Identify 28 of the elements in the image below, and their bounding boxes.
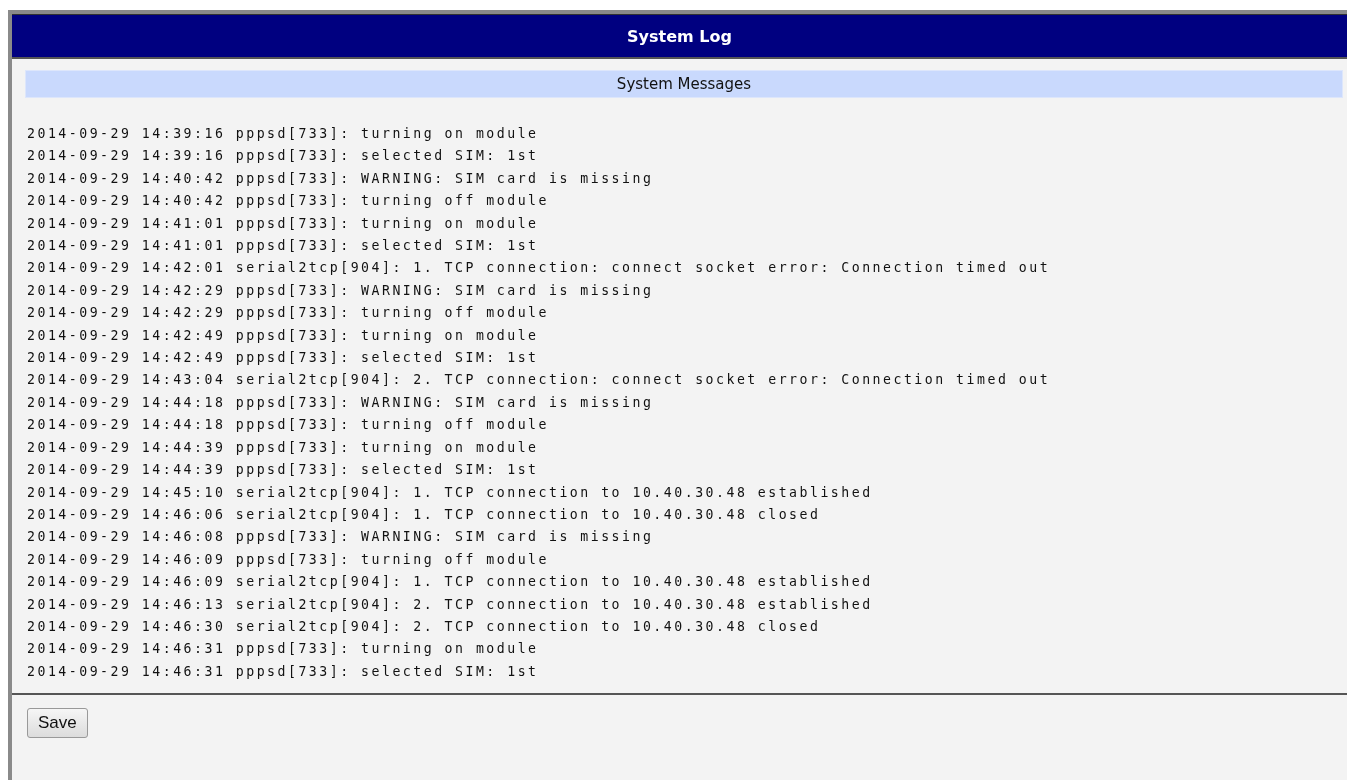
log-line: 2014-09-29 14:41:01 pppsd[733]: selected SIM: 1st: [27, 237, 540, 256]
log-line: 2014-09-29 14:42:49 pppsd[733]: selected SIM: 1st: [27, 349, 540, 368]
log-line: 2014-09-29 14:42:29 pppsd[733]: WARNING: SIM card is missing: [27, 281, 655, 300]
log-line: 2014-09-29 14:46:13 serial2tcp[904]: 2. TCP connection to 10.40.30.48 established: [27, 595, 874, 614]
log-line: 2014-09-29 14:40:42 pppsd[733]: WARNING: SIM card is missing: [27, 169, 655, 188]
log-line: 2014-09-29 14:46:09 serial2tcp[904]: 1. TCP connection to 10.40.30.48 established: [27, 573, 874, 592]
section-header: System Messages: [25, 70, 1343, 98]
save-button[interactable]: Save: [27, 708, 88, 738]
log-line: 2014-09-29 14:46:31 pppsd[733]: selected SIM: 1st: [27, 662, 540, 681]
log-line: 2014-09-29 14:46:30 serial2tcp[904]: 2. TCP connection to 10.40.30.48 closed: [27, 617, 822, 636]
log-line: 2014-09-29 14:40:42 pppsd[733]: turning off module: [27, 192, 550, 211]
log-line: 2014-09-29 14:39:16 pppsd[733]: selected SIM: 1st: [27, 147, 540, 166]
log-line: 2014-09-29 14:42:01 serial2tcp[904]: 1. TCP connection: connect socket error: Connection timed out: [27, 259, 1052, 278]
log-line: 2014-09-29 14:45:10 serial2tcp[904]: 1. TCP connection to 10.40.30.48 established: [27, 483, 874, 502]
log-line: 2014-09-29 14:44:39 pppsd[733]: turning on module: [27, 438, 540, 457]
log-line: 2014-09-29 14:42:49 pppsd[733]: turning on module: [27, 326, 540, 345]
log-line: 2014-09-29 14:42:29 pppsd[733]: turning off module: [27, 304, 550, 323]
log-line: 2014-09-29 14:46:08 pppsd[733]: WARNING: SIM card is missing: [27, 528, 655, 547]
log-line: 2014-09-29 14:43:04 serial2tcp[904]: 2. TCP connection: connect socket error: Connection timed out: [27, 371, 1052, 390]
log-line: 2014-09-29 14:46:09 pppsd[733]: turning off module: [27, 550, 550, 569]
log-line: 2014-09-29 14:46:06 serial2tcp[904]: 1. TCP connection to 10.40.30.48 closed: [27, 505, 822, 524]
log-line: 2014-09-29 14:46:31 pppsd[733]: turning on module: [27, 640, 540, 659]
log-line: 2014-09-29 14:41:01 pppsd[733]: turning on module: [27, 214, 540, 233]
log-line: 2014-09-29 14:44:18 pppsd[733]: WARNING: SIM card is missing: [27, 393, 655, 412]
log-line: 2014-09-29 14:44:18 pppsd[733]: turning off module: [27, 416, 550, 435]
log-line: 2014-09-29 14:44:39 pppsd[733]: selected SIM: 1st: [27, 461, 540, 480]
log-line: 2014-09-29 14:39:16 pppsd[733]: turning on module: [27, 125, 540, 143]
window-title: System Log: [627, 26, 732, 46]
